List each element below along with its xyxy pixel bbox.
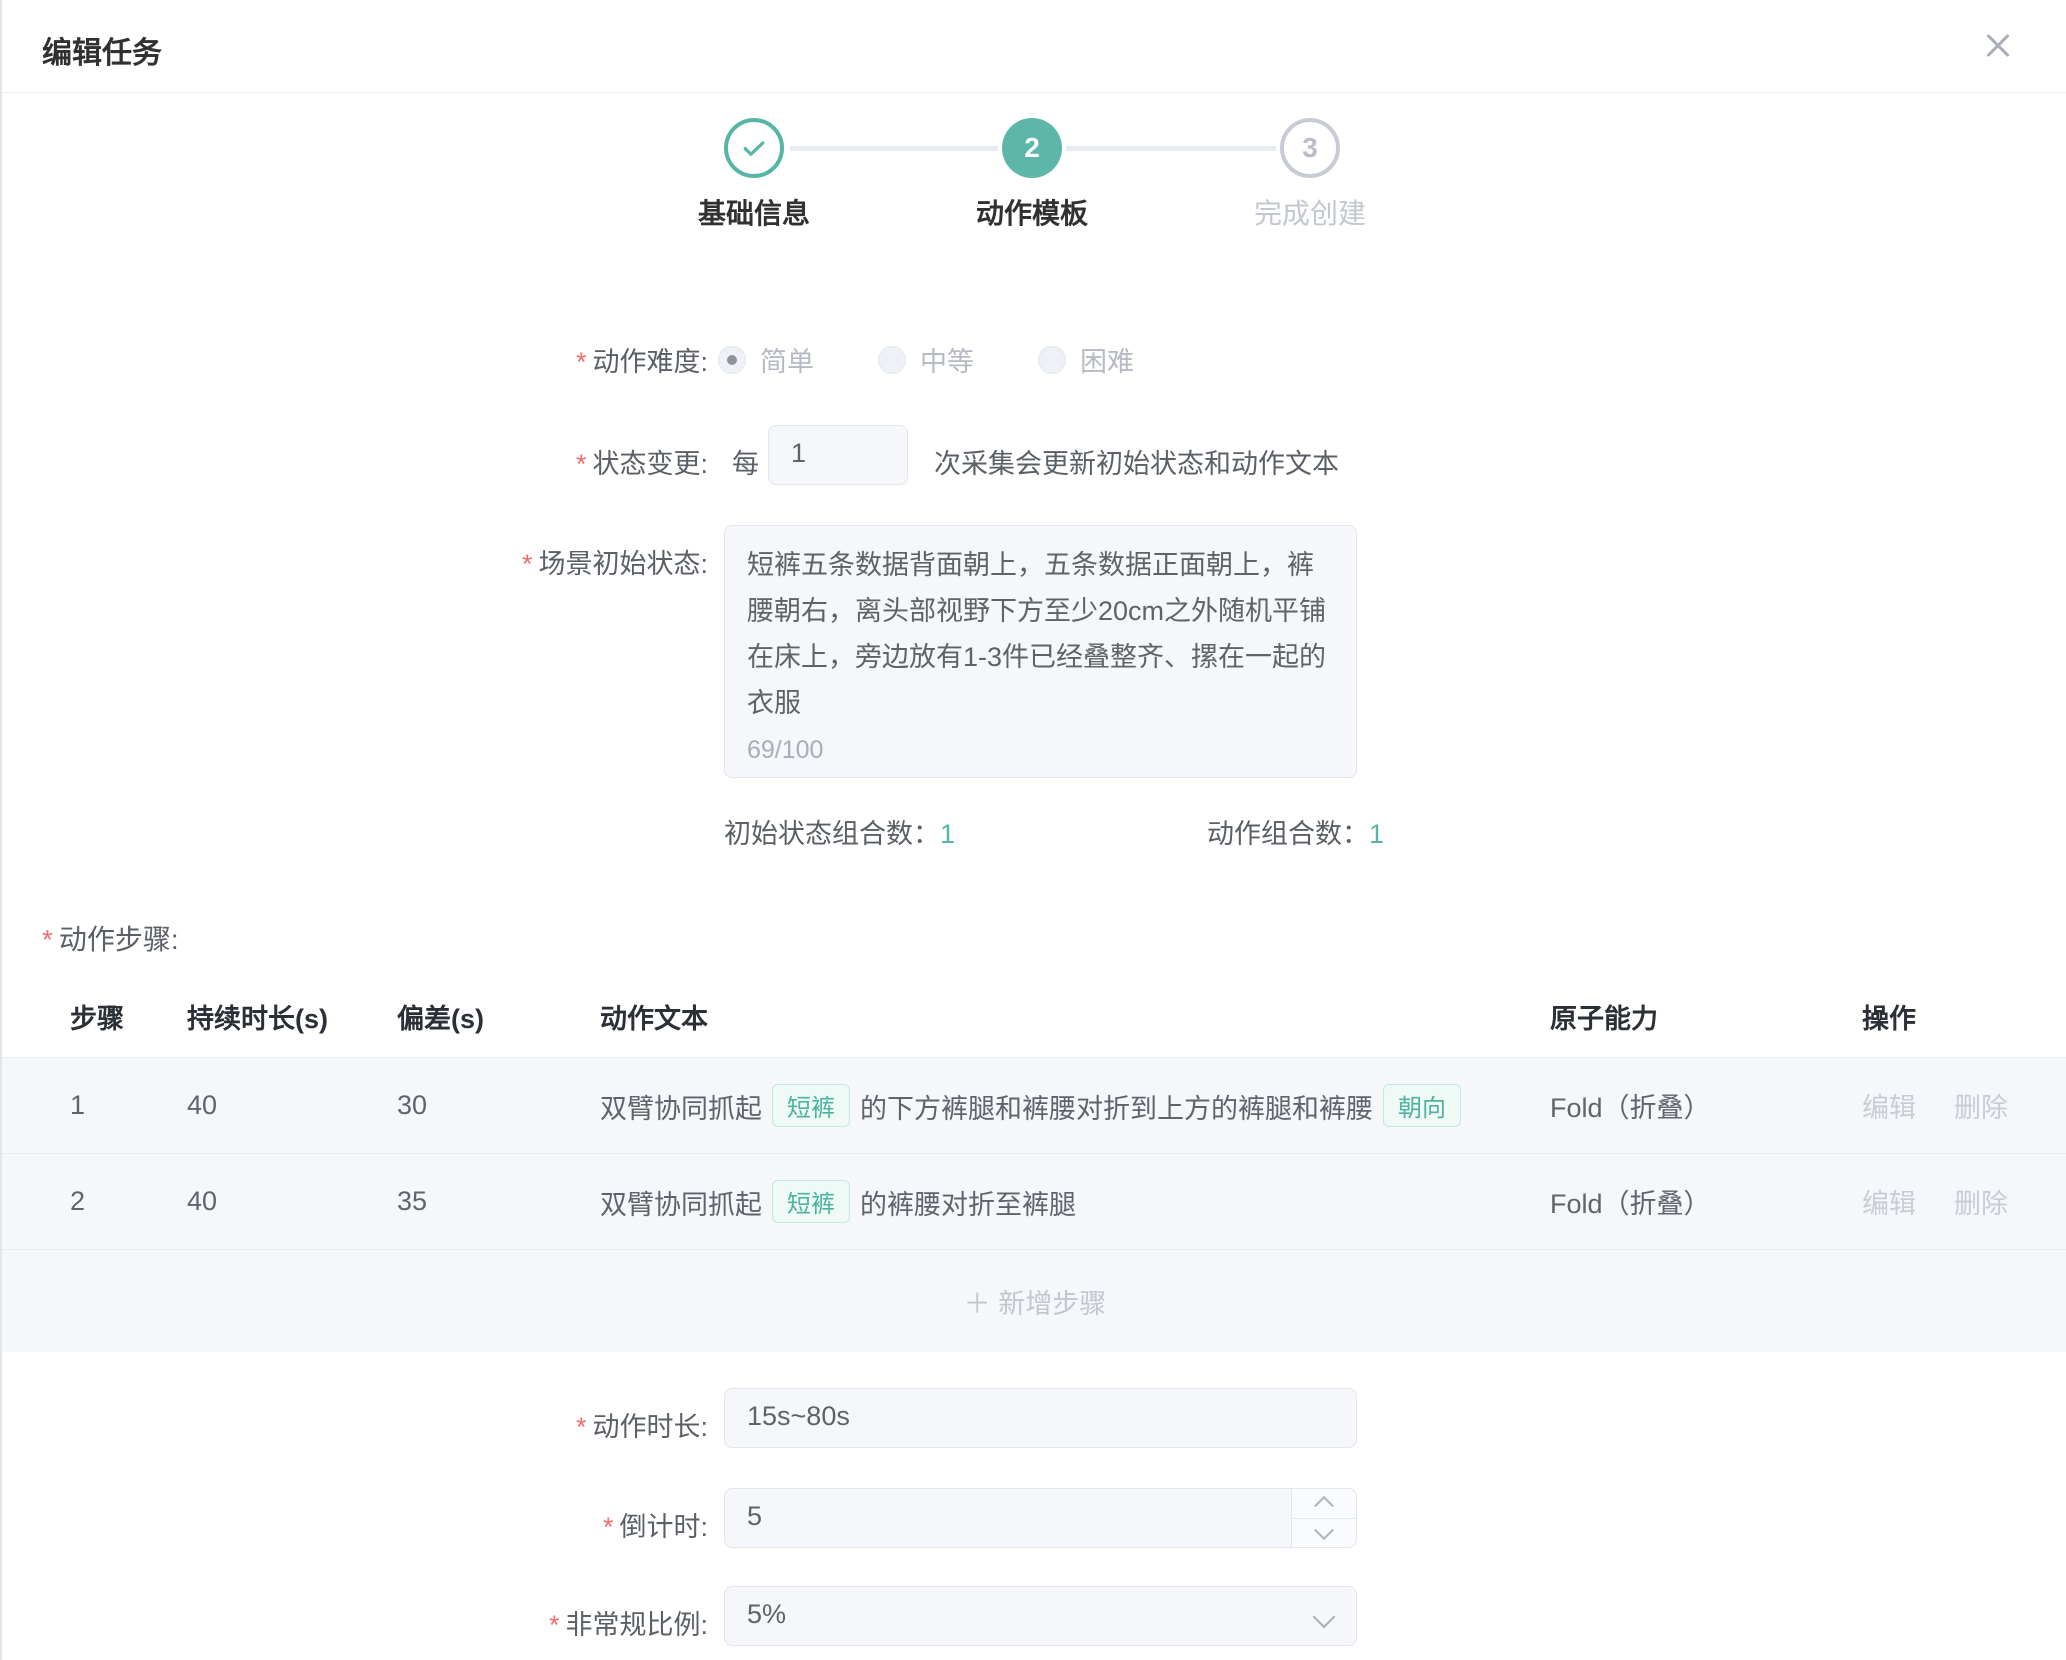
page-title: 编辑任务: [42, 28, 162, 72]
col-deviation: 偏差(s): [397, 997, 600, 1036]
delete-link[interactable]: 删除: [1954, 1189, 2008, 1219]
step-2-number: 2: [1024, 132, 1040, 164]
edit-link[interactable]: 编辑: [1862, 1093, 1916, 1123]
cell-actions: 编辑 删除: [1862, 1086, 2066, 1125]
radio-label: 简单: [760, 340, 814, 379]
cell-duration: 40: [187, 1186, 397, 1217]
col-ability: 原子能力: [1550, 997, 1862, 1036]
step-connector: [1066, 146, 1276, 151]
chevron-up-icon: [1314, 1496, 1334, 1516]
step-1-circle: [724, 118, 784, 178]
radio-selected-icon: [718, 346, 746, 374]
difficulty-radio-group: 简单 中等 困难: [718, 340, 1198, 379]
required-mark: *: [603, 1512, 614, 1542]
step-2-label: 动作模板: [922, 192, 1142, 232]
state-change-prefix: 每: [732, 442, 759, 481]
state-change-input[interactable]: 1: [768, 425, 908, 485]
state-change-label: *状态变更:: [2, 442, 708, 481]
step-connector: [790, 146, 998, 151]
table-header-row: 步骤 持续时长(s) 偏差(s) 动作文本 原子能力 操作: [2, 975, 2066, 1057]
step-1-label: 基础信息: [644, 192, 864, 232]
countdown-input[interactable]: 5: [724, 1488, 1357, 1548]
step-2-circle: 2: [1002, 118, 1062, 178]
required-mark: *: [549, 1610, 560, 1640]
duration-label: *动作时长:: [2, 1405, 708, 1444]
cell-deviation: 30: [397, 1090, 600, 1121]
cell-action-text: 双臂协同抓起短裤的裤腰对折至裤腿: [600, 1180, 1550, 1223]
radio-option-easy[interactable]: 简单: [718, 340, 814, 379]
radio-label: 中等: [920, 340, 974, 379]
dialog-header: 编辑任务: [2, 0, 2066, 93]
duration-input[interactable]: 15s~80s: [724, 1388, 1357, 1448]
initial-combos: 初始状态组合数：1: [724, 812, 955, 851]
table-row: 2 40 35 双臂协同抓起短裤的裤腰对折至裤腿 Fold（折叠） 编辑 删除: [2, 1153, 2066, 1249]
number-spinner: [1291, 1489, 1356, 1547]
required-mark: *: [576, 347, 587, 377]
countdown-label: *倒计时:: [2, 1505, 708, 1544]
col-actions: 操作: [1862, 997, 2066, 1036]
action-combos: 动作组合数：1: [1207, 812, 1384, 851]
edit-task-dialog: 编辑任务 2 3 基础信息 动作模板 完成创建 *动作难度: 简单 中等: [0, 0, 2066, 1660]
step-3-circle: 3: [1280, 118, 1340, 178]
difficulty-label: *动作难度:: [2, 340, 708, 379]
edit-link[interactable]: 编辑: [1862, 1189, 1916, 1219]
action-steps-table: 步骤 持续时长(s) 偏差(s) 动作文本 原子能力 操作 1 40 30 双臂…: [2, 975, 2066, 1352]
cell-duration: 40: [187, 1090, 397, 1121]
radio-label: 困难: [1080, 340, 1134, 379]
cell-step: 1: [70, 1090, 187, 1121]
cell-ability: Fold（折叠）: [1550, 1086, 1862, 1125]
action-combos-value: 1: [1369, 819, 1384, 849]
required-mark: *: [576, 1412, 587, 1442]
object-tag: 短裤: [772, 1180, 850, 1223]
table-row: 1 40 30 双臂协同抓起短裤的下方裤腿和裤腰对折到上方的裤腿和裤腰朝向 Fo…: [2, 1057, 2066, 1153]
unusual-ratio-select[interactable]: 5%: [724, 1586, 1357, 1646]
cell-step: 2: [70, 1186, 187, 1217]
action-steps-label: *动作步骤:: [42, 918, 179, 958]
unusual-ratio-label: *非常规比例:: [2, 1603, 708, 1642]
required-mark: *: [576, 449, 587, 479]
chevron-down-icon: [1314, 1520, 1334, 1540]
cell-ability: Fold（折叠）: [1550, 1182, 1862, 1221]
radio-option-hard[interactable]: 困难: [1038, 340, 1134, 379]
increase-button[interactable]: [1292, 1489, 1356, 1519]
col-text: 动作文本: [600, 997, 1550, 1036]
required-mark: *: [522, 549, 533, 579]
step-3-label: 完成创建: [1200, 192, 1420, 232]
object-tag: 短裤: [772, 1084, 850, 1127]
char-counter: 69/100: [747, 736, 823, 765]
add-step-button[interactable]: ＋ 新增步骤: [2, 1249, 2066, 1352]
cell-actions: 编辑 删除: [1862, 1182, 2066, 1221]
initial-state-label: *场景初始状态:: [2, 542, 708, 581]
radio-icon: [878, 346, 906, 374]
radio-icon: [1038, 346, 1066, 374]
decrease-button[interactable]: [1292, 1519, 1356, 1548]
step-3-number: 3: [1302, 132, 1318, 164]
radio-option-medium[interactable]: 中等: [878, 340, 974, 379]
initial-state-textarea[interactable]: 短裤五条数据背面朝上，五条数据正面朝上，裤腰朝右，离头部视野下方至少20cm之外…: [724, 525, 1357, 778]
close-button[interactable]: [1980, 28, 2016, 64]
delete-link[interactable]: 删除: [1954, 1093, 2008, 1123]
col-step: 步骤: [70, 997, 187, 1036]
state-change-suffix: 次采集会更新初始状态和动作文本: [934, 442, 1339, 481]
initial-combos-value: 1: [940, 819, 955, 849]
combination-counts: 初始状态组合数：1 动作组合数：1: [724, 812, 1384, 851]
col-duration: 持续时长(s): [187, 997, 397, 1036]
cell-action-text: 双臂协同抓起短裤的下方裤腿和裤腰对折到上方的裤腿和裤腰朝向: [600, 1084, 1550, 1127]
required-mark: *: [42, 924, 53, 955]
orientation-tag: 朝向: [1383, 1084, 1461, 1127]
check-icon: [739, 133, 769, 163]
cell-deviation: 35: [397, 1186, 600, 1217]
